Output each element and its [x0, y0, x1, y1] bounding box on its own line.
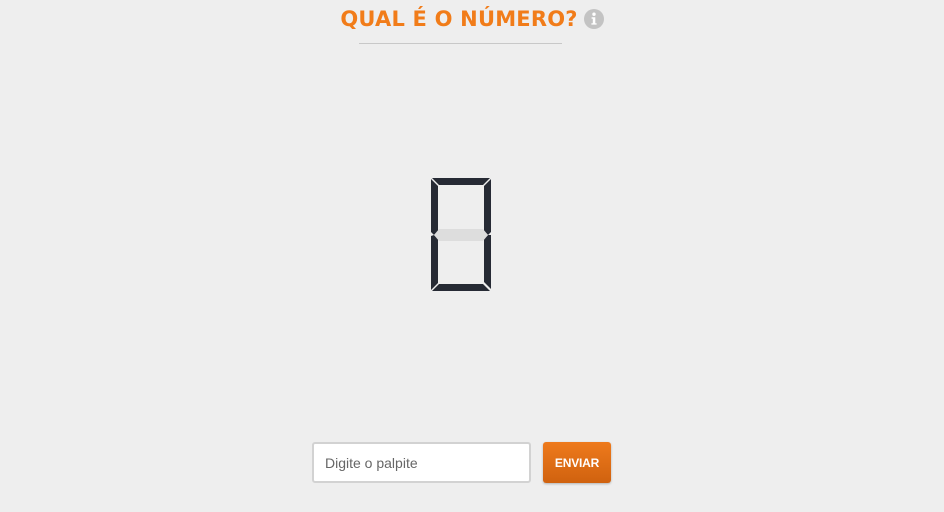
guess-form: ENVIAR [312, 442, 611, 483]
title-divider [359, 43, 562, 44]
segment-f [431, 179, 438, 235]
info-icon[interactable] [583, 9, 604, 29]
title-row: QUAL É O NÚMERO? [340, 4, 604, 34]
send-button[interactable]: ENVIAR [543, 442, 611, 483]
segment-d [432, 284, 490, 291]
segment-e [431, 235, 438, 290]
header: QUAL É O NÚMERO? [0, 4, 944, 34]
segment-g [434, 229, 488, 241]
guess-input[interactable] [312, 442, 531, 483]
page-title: QUAL É O NÚMERO? [340, 7, 578, 31]
segment-a [432, 178, 490, 185]
segment-c [484, 235, 491, 289]
seven-segment-display [427, 175, 495, 295]
digit-segments [431, 178, 491, 291]
segment-b [484, 179, 491, 235]
